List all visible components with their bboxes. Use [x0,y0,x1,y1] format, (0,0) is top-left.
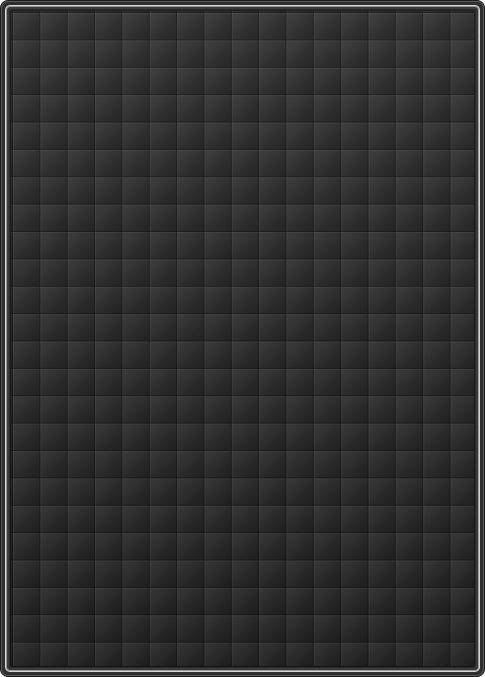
app-window [1,1,484,676]
window-frame [5,5,480,672]
canvas-shine-overlay [10,10,475,667]
tile-grid-canvas [10,10,475,667]
